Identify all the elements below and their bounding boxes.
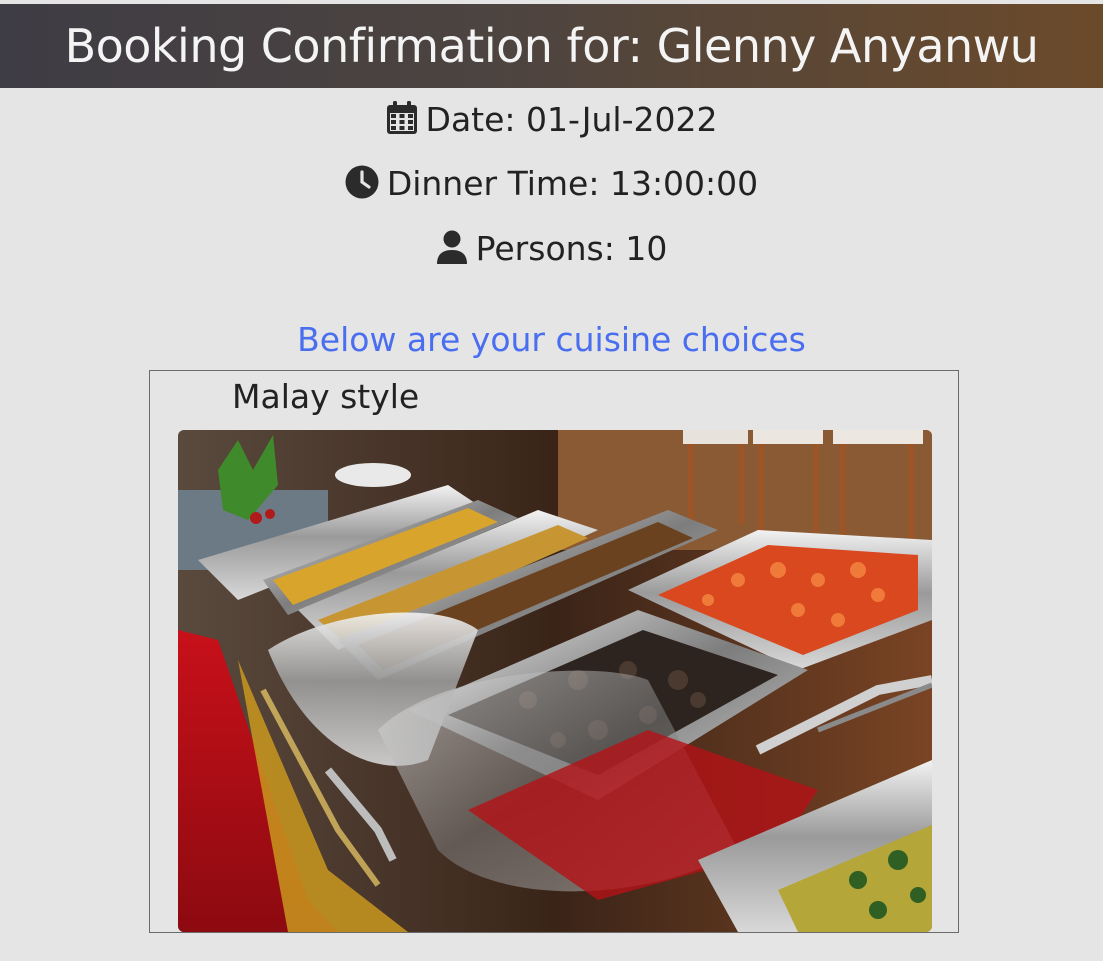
booking-persons-text: Persons: 10 bbox=[475, 229, 668, 268]
cuisine-heading: Below are your cuisine choices bbox=[297, 320, 806, 359]
clock-icon bbox=[345, 165, 379, 199]
booking-date-text: Date: 01-Jul-2022 bbox=[425, 100, 718, 139]
page-header: Booking Confirmation for: Glenny Anyanwu bbox=[0, 4, 1103, 88]
booking-persons: Persons: 10 bbox=[0, 229, 1103, 268]
user-icon bbox=[436, 230, 468, 264]
calendar-icon bbox=[386, 101, 418, 135]
page-title: Booking Confirmation for: Glenny Anyanwu bbox=[64, 19, 1039, 73]
buffet-food-photo bbox=[178, 430, 932, 932]
cuisine-name: Malay style bbox=[232, 377, 420, 416]
booking-date: Date: 01-Jul-2022 bbox=[0, 100, 1103, 139]
booking-time-text: Dinner Time: 13:00:00 bbox=[386, 164, 759, 203]
cuisine-card: Malay style bbox=[149, 370, 959, 933]
booking-time: Dinner Time: 13:00:00 bbox=[0, 164, 1103, 203]
